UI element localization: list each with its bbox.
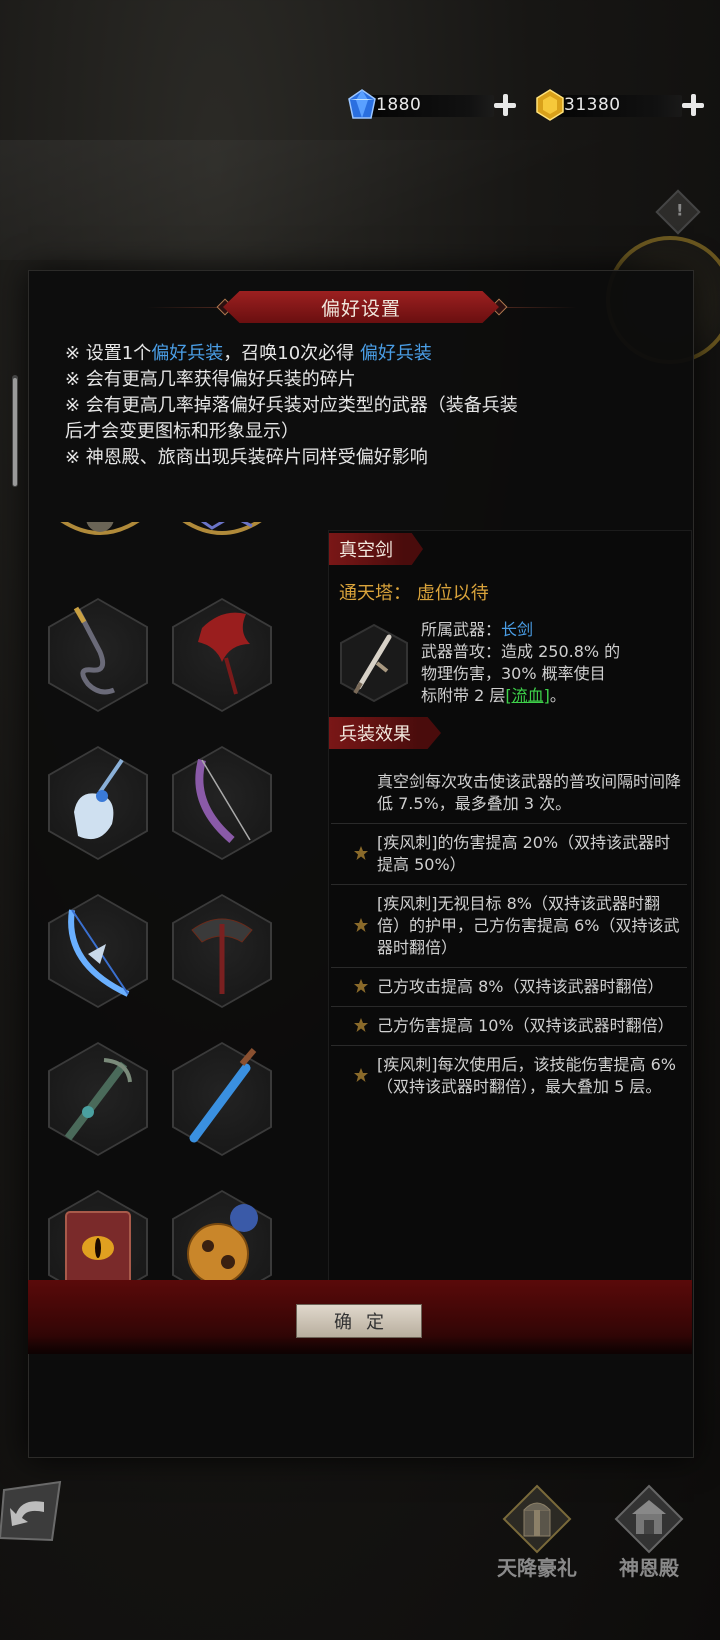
gift-chest-icon [502,1484,572,1554]
diamond-amount: 1880 [376,95,422,115]
diamond-currency: 1880 [346,88,518,122]
back-arrow-icon[interactable] [0,1480,64,1546]
add-gold-button[interactable] [680,92,706,118]
nav-gift-label: 天降豪礼 [497,1556,577,1580]
nav-temple-label: 神恩殿 [619,1556,679,1580]
dialog-footer: 确定 [28,270,692,1456]
temple-icon [614,1484,684,1554]
gold-currency: 31380 [534,88,706,122]
gold-gem-icon [536,89,564,121]
nav-gift[interactable]: 天降豪礼 [482,1482,592,1581]
background-light-streak [0,140,720,260]
confirm-button[interactable]: 确定 [296,1304,422,1338]
nav-temple[interactable]: 神恩殿 [594,1482,704,1581]
gold-amount: 31380 [564,95,621,115]
page-scrollbar-thumb[interactable] [13,378,17,486]
blue-diamond-icon [348,89,376,119]
add-diamond-button[interactable] [492,92,518,118]
